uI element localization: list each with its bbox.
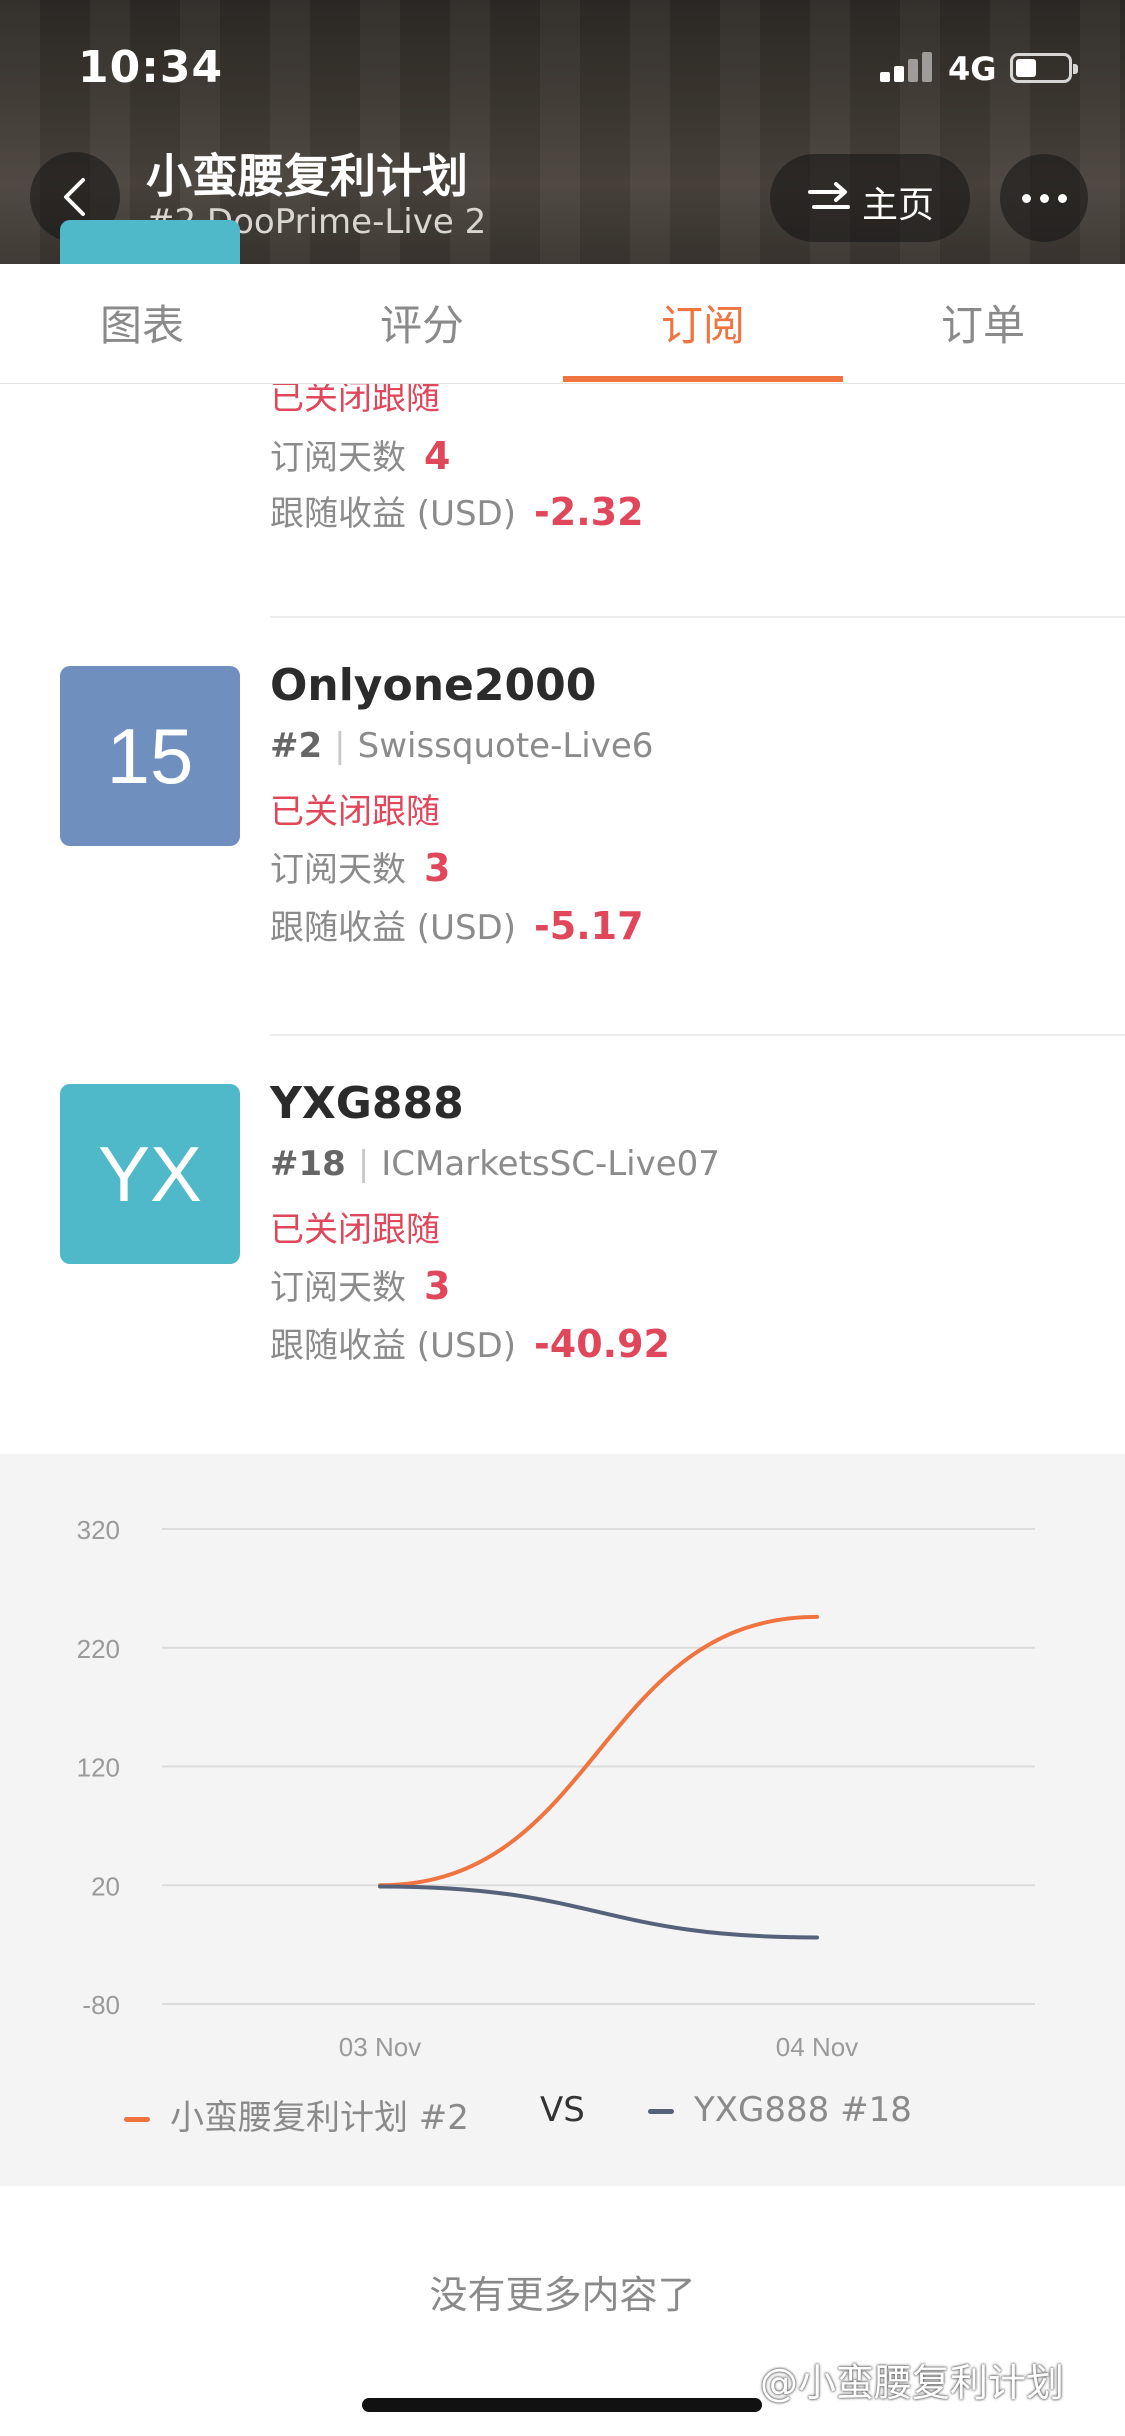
subscribe-days: 订阅天数 4 (270, 430, 450, 479)
subscribe-days-label: 订阅天数 (270, 1268, 406, 1308)
y-tick-label: 220 (77, 1634, 120, 1664)
account-rank: #18 (270, 1144, 346, 1184)
divider (270, 616, 1125, 618)
legend-label: 小蛮腰复利计划 #2 (170, 2098, 469, 2138)
follow-profit: 跟随收益 (USD) -40.92 (270, 1318, 670, 1367)
subscribe-days-label: 订阅天数 (270, 438, 406, 478)
chart-plot: 320 220 120 20 -80 03 Nov 04 Nov (77, 1515, 1035, 2062)
page-title: 小蛮腰复利计划 (146, 149, 468, 203)
chevron-left-icon (64, 178, 85, 216)
avatar: 15 (60, 666, 240, 846)
avatar: YX (60, 1084, 240, 1264)
active-tab-indicator (563, 376, 843, 382)
y-tick-label: 120 (77, 1753, 120, 1783)
subscribe-days: 订阅天数 3 (270, 1260, 450, 1309)
home-button[interactable]: 主页 (770, 154, 970, 242)
subscribe-days-value: 3 (424, 846, 451, 890)
follow-profit-label: 跟随收益 (USD) (270, 1326, 516, 1366)
account-broker: ICMarketsSC-Live07 (381, 1144, 720, 1184)
home-button-label: 主页 (862, 185, 935, 226)
divider (270, 1034, 1125, 1036)
follow-profit-value: -40.92 (534, 1322, 670, 1366)
subscribe-days-value: 4 (424, 434, 451, 478)
subscribe-days-value: 3 (424, 1264, 451, 1308)
follow-profit-label: 跟随收益 (USD) (270, 494, 516, 534)
x-tick-label: 03 Nov (339, 2032, 421, 2062)
legend-item-series-2: YXG888 #18 (648, 2090, 912, 2130)
battery-icon (1010, 53, 1078, 83)
signal-icon (880, 52, 936, 82)
y-tick-label: 20 (91, 1871, 120, 1901)
y-tick-label: -80 (82, 1990, 120, 2020)
follow-status: 已关闭跟随 (270, 792, 440, 832)
subscriber-account: #2 | Swissquote-Live6 (270, 726, 654, 766)
no-more-content: 没有更多内容了 (429, 2273, 696, 2317)
tab-orders[interactable]: 订单 (843, 292, 1123, 353)
status-time: 10:34 (78, 42, 224, 93)
tab-bar: 图表 评分 订阅 订单 (0, 264, 1125, 384)
subscribe-days-label: 订阅天数 (270, 850, 406, 890)
home-indicator[interactable] (362, 2398, 762, 2412)
app-screen: 10:34 4G 小蛮腰复利计划 #2 DooPrime-Live 2 主页 已… (0, 0, 1125, 2436)
legend-label: YXG888 #18 (694, 2090, 912, 2130)
x-tick-label: 04 Nov (776, 2032, 858, 2062)
follow-status: 已关闭跟随 (270, 1210, 440, 1250)
follow-profit: 跟随收益 (USD) -2.32 (270, 486, 644, 535)
subscriber-name: YXG888 (270, 1078, 464, 1129)
network-label: 4G (948, 50, 997, 88)
subscriber-name: Onlyone2000 (270, 660, 597, 711)
account-broker: Swissquote-Live6 (357, 726, 654, 766)
tab-rating[interactable]: 评分 (282, 292, 562, 353)
legend-item-series-1: 小蛮腰复利计划 #2 (124, 2090, 469, 2139)
series-line-1 (378, 1614, 819, 1888)
more-button[interactable] (1000, 154, 1088, 242)
watermark: @小蛮腰复利计划 (760, 2361, 1065, 2405)
tab-chart[interactable]: 图表 (2, 292, 282, 353)
follow-profit-value: -5.17 (534, 904, 644, 948)
legend-swatch (648, 2109, 674, 2114)
subscribe-days: 订阅天数 3 (270, 842, 450, 891)
swap-icon (808, 182, 850, 209)
subscriber-card[interactable]: 15 Onlyone2000 #2 | Swissquote-Live6 已关闭跟随… (0, 660, 1125, 1020)
follow-profit-label: 跟随收益 (USD) (270, 908, 516, 948)
subscriber-card[interactable]: YX YXG888 #18 | ICMarketsSC-Live07 已关闭跟随 订… (0, 1078, 1125, 1438)
follow-profit: 跟随收益 (USD) -5.17 (270, 900, 644, 949)
subscriber-account: #18 | ICMarketsSC-Live07 (270, 1144, 720, 1184)
series-line-2 (378, 1884, 819, 1940)
y-tick-label: 320 (77, 1515, 120, 1545)
tab-subscription[interactable]: 订阅 (563, 292, 843, 353)
legend-swatch (124, 2117, 150, 2122)
account-rank: #2 (270, 726, 323, 766)
legend-separator: VS (540, 2090, 585, 2130)
comparison-chart: 320 220 120 20 -80 03 Nov 04 Nov 小蛮腰复利计划 #2 VS… (0, 1454, 1125, 2186)
follow-profit-value: -2.32 (534, 490, 644, 534)
